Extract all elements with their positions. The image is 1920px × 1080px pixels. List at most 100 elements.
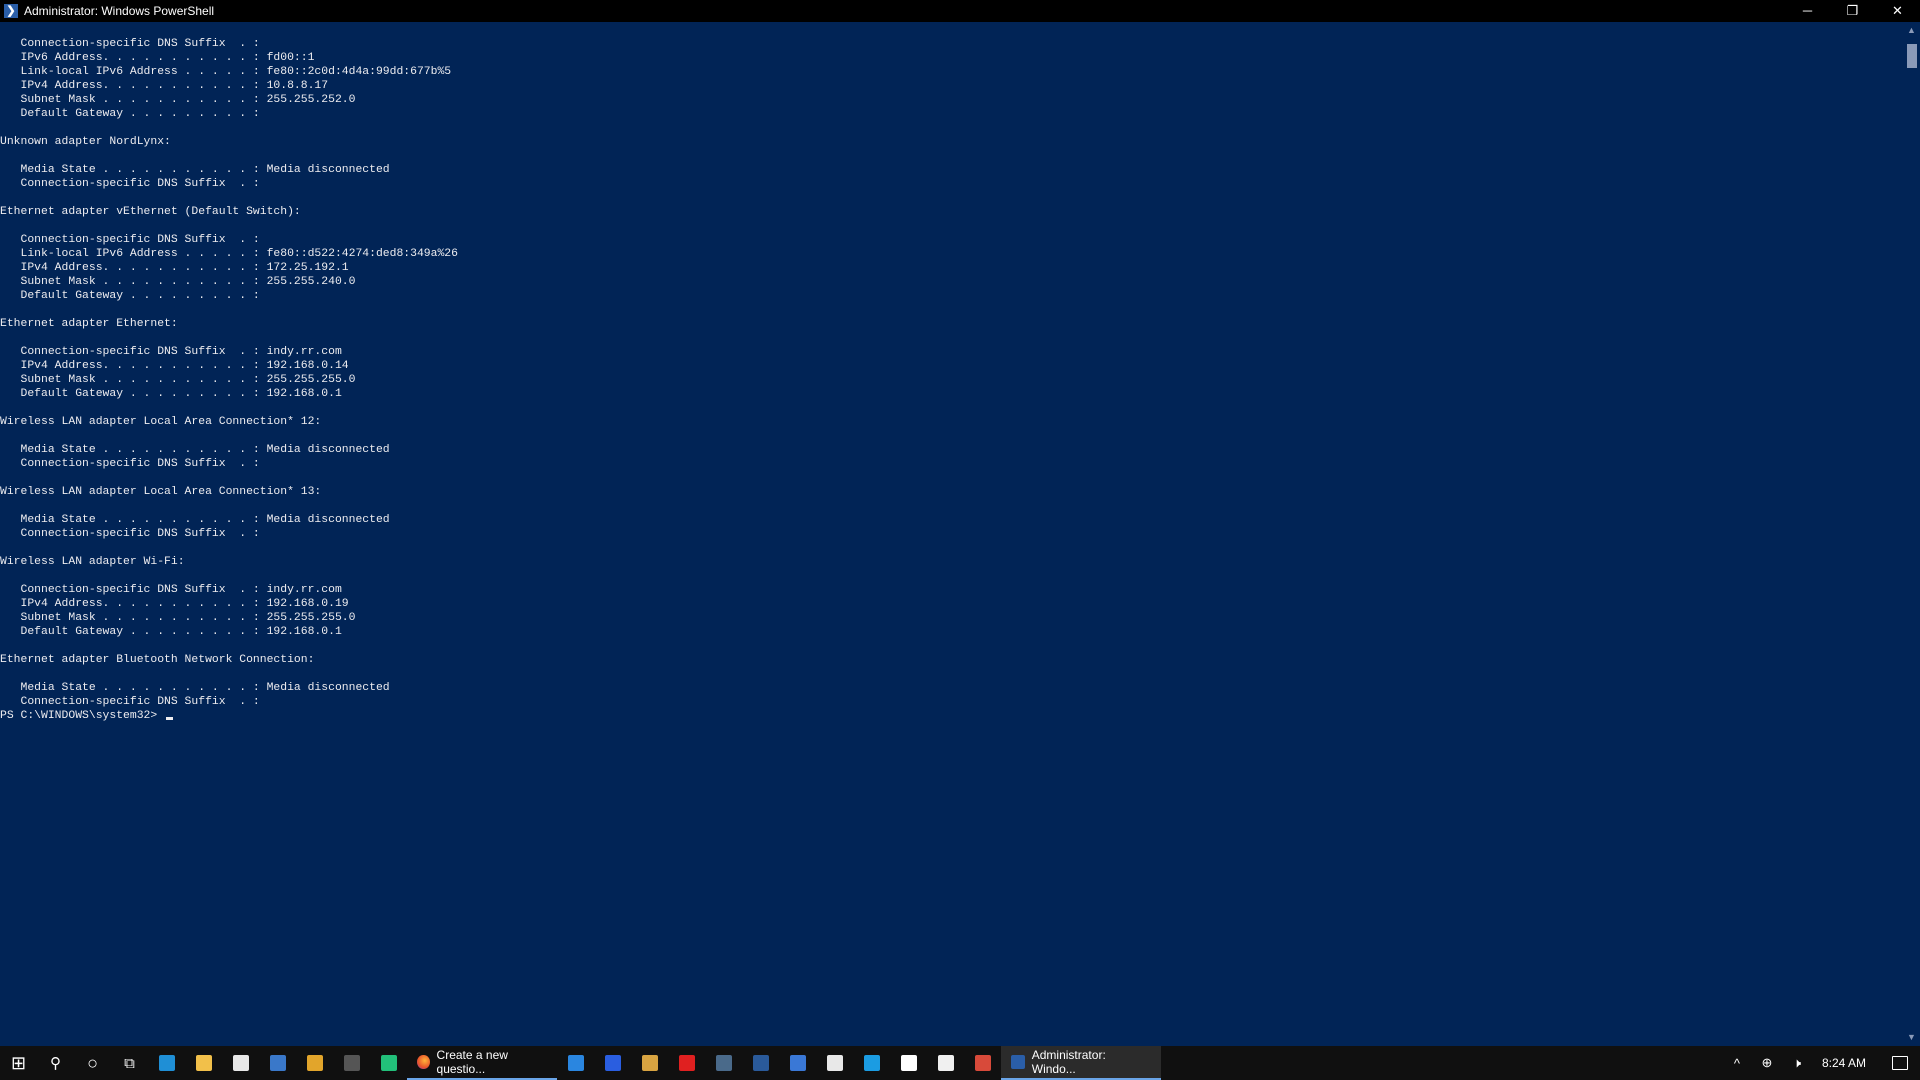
taskbar-pinned-app[interactable] bbox=[816, 1046, 853, 1080]
search-icon: ⚲ bbox=[50, 1055, 61, 1072]
scroll-up-arrow-icon[interactable]: ▲ bbox=[1903, 22, 1920, 39]
mail-icon bbox=[232, 1055, 249, 1071]
console-line: Subnet Mask . . . . . . . . . . . : 255.… bbox=[0, 276, 356, 288]
taskbar-pinned-app[interactable] bbox=[964, 1046, 1001, 1080]
console-line: Wireless LAN adapter Local Area Connecti… bbox=[0, 416, 322, 428]
taskbar-pinned-app[interactable] bbox=[779, 1046, 816, 1080]
taskbar-pinned-app[interactable] bbox=[333, 1046, 370, 1080]
notification-icon bbox=[1892, 1056, 1908, 1070]
task-view-button[interactable]: ⧉ bbox=[111, 1046, 148, 1080]
malwarebytes-icon bbox=[604, 1055, 621, 1071]
console-line: Media State . . . . . . . . . . . : Medi… bbox=[0, 682, 390, 694]
nordvpn-icon bbox=[752, 1055, 769, 1071]
taskbar-pinned-app[interactable] bbox=[668, 1046, 705, 1080]
taskbar-pinned-app[interactable] bbox=[631, 1046, 668, 1080]
firefox-window-label: Create a new questio... bbox=[436, 1048, 508, 1076]
window-title: Administrator: Windows PowerShell bbox=[24, 4, 215, 18]
text-cursor bbox=[166, 717, 174, 720]
taskbar-pinned-app[interactable] bbox=[222, 1046, 259, 1080]
taskbar-pinned-app[interactable] bbox=[259, 1046, 296, 1080]
taskbar-firefox-window[interactable]: Create a new questio... bbox=[407, 1046, 557, 1080]
search-button[interactable]: ⚲ bbox=[37, 1046, 74, 1080]
powershell-window-label: Administrator: Windo... bbox=[1031, 1048, 1106, 1076]
console-line: IPv4 Address. . . . . . . . . . . : 192.… bbox=[0, 360, 349, 372]
restore-button[interactable]: ❐ bbox=[1830, 0, 1875, 22]
taskbar-pinned-app[interactable] bbox=[557, 1046, 594, 1080]
opera-icon bbox=[678, 1055, 695, 1071]
windows-logo-icon: ⊞ bbox=[10, 1052, 27, 1073]
volume-muted-icon[interactable]: 🕨 bbox=[1782, 1055, 1812, 1071]
minimize-button[interactable]: ─ bbox=[1785, 0, 1830, 22]
calculator-icon bbox=[641, 1055, 658, 1071]
close-button[interactable]: ✕ bbox=[1875, 0, 1920, 22]
title-bar[interactable]: ❯ Administrator: Windows PowerShell ─ ❐ … bbox=[0, 0, 1920, 22]
show-hidden-icons-chevron-icon[interactable]: ^ bbox=[1722, 1056, 1752, 1071]
taskbar-pinned-app[interactable] bbox=[853, 1046, 890, 1080]
taskbar-pinned-app[interactable] bbox=[927, 1046, 964, 1080]
taskbar: ⊞ ⚲ ○ ⧉ Create a new questio... Administ… bbox=[0, 1046, 1920, 1080]
console-output[interactable]: Connection-specific DNS Suffix . : IPv6 … bbox=[0, 37, 1900, 1046]
firefox-icon bbox=[417, 1055, 430, 1069]
taskbar-pinned-app[interactable] bbox=[296, 1046, 333, 1080]
app-icon bbox=[343, 1055, 360, 1071]
notepad-icon bbox=[937, 1055, 954, 1071]
console-lines: Connection-specific DNS Suffix . : IPv6 … bbox=[0, 37, 1900, 709]
taskbar-pinned-app[interactable] bbox=[185, 1046, 222, 1080]
taskbar-pinned-app[interactable] bbox=[148, 1046, 185, 1080]
store-icon bbox=[269, 1055, 286, 1071]
console-line: Connection-specific DNS Suffix . : bbox=[0, 696, 260, 708]
taskbar-pinned-app[interactable] bbox=[742, 1046, 779, 1080]
console-prompt: PS C:\WINDOWS\system32> bbox=[0, 710, 165, 722]
console-line: Subnet Mask . . . . . . . . . . . : 255.… bbox=[0, 612, 356, 624]
console-line: Unknown adapter NordLynx: bbox=[0, 136, 171, 148]
console-line: IPv4 Address. . . . . . . . . . . : 172.… bbox=[0, 262, 349, 274]
camera-icon bbox=[826, 1055, 843, 1071]
red-app-icon bbox=[974, 1055, 991, 1071]
start-button[interactable]: ⊞ bbox=[0, 1046, 37, 1080]
cortana-button[interactable]: ○ bbox=[74, 1046, 111, 1080]
console-line: Connection-specific DNS Suffix . : indy.… bbox=[0, 584, 342, 596]
taskbar-pinned-app[interactable] bbox=[890, 1046, 927, 1080]
console-line: Default Gateway . . . . . . . . . : 192.… bbox=[0, 388, 342, 400]
vertical-scrollbar[interactable]: ▲ ▼ bbox=[1903, 22, 1920, 1046]
clock[interactable]: 8:24 AM bbox=[1812, 1056, 1880, 1070]
skype-icon bbox=[863, 1055, 880, 1071]
console-line: Connection-specific DNS Suffix . : bbox=[0, 38, 260, 50]
blue-app-icon bbox=[567, 1055, 584, 1071]
network-icon[interactable]: ⊕ bbox=[1752, 1055, 1782, 1071]
taskbar-pinned-app[interactable] bbox=[370, 1046, 407, 1080]
scrollbar-thumb[interactable] bbox=[1907, 44, 1917, 68]
console-line: Default Gateway . . . . . . . . . : 192.… bbox=[0, 626, 342, 638]
vpn-icon bbox=[715, 1055, 732, 1071]
task-view-icon: ⧉ bbox=[124, 1054, 135, 1072]
console-line: Ethernet adapter Bluetooth Network Conne… bbox=[0, 654, 315, 666]
console-line: Media State . . . . . . . . . . . : Medi… bbox=[0, 514, 390, 526]
console-line: Wireless LAN adapter Wi-Fi: bbox=[0, 556, 185, 568]
scroll-down-arrow-icon[interactable]: ▼ bbox=[1903, 1029, 1920, 1046]
console-line: Subnet Mask . . . . . . . . . . . : 255.… bbox=[0, 374, 356, 386]
taskbar-powershell-window[interactable]: Administrator: Windo... bbox=[1001, 1046, 1161, 1080]
console-line: Link-local IPv6 Address . . . . . : fe80… bbox=[0, 66, 452, 78]
console-line: IPv4 Address. . . . . . . . . . . : 192.… bbox=[0, 598, 349, 610]
console-line: Connection-specific DNS Suffix . : indy.… bbox=[0, 346, 342, 358]
console-line: Default Gateway . . . . . . . . . : bbox=[0, 108, 260, 120]
console-line: IPv6 Address. . . . . . . . . . . : fd00… bbox=[0, 52, 315, 64]
console-prompt-line[interactable]: PS C:\WINDOWS\system32> bbox=[0, 709, 1900, 723]
action-center-button[interactable] bbox=[1880, 1046, 1920, 1080]
taskbar-pinned-app[interactable] bbox=[594, 1046, 631, 1080]
taskbar-pinned-app[interactable] bbox=[705, 1046, 742, 1080]
console-line: Ethernet adapter Ethernet: bbox=[0, 318, 178, 330]
console-line: Default Gateway . . . . . . . . . : bbox=[0, 290, 260, 302]
edge-icon bbox=[158, 1055, 175, 1071]
